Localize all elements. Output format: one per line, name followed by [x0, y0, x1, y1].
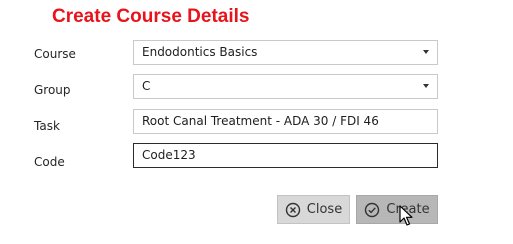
x-circle-icon	[285, 202, 300, 217]
course-value: Endodontics Basics	[142, 45, 258, 59]
code-label: Code	[34, 155, 65, 169]
close-button-label: Close	[306, 202, 343, 217]
chevron-down-icon	[423, 50, 429, 54]
check-circle-icon	[365, 202, 380, 217]
group-label: Group	[34, 83, 71, 97]
task-value: Root Canal Treatment - ADA 30 / FDI 46	[142, 114, 379, 128]
group-select[interactable]: C	[133, 74, 438, 99]
close-button[interactable]: Close	[277, 195, 350, 224]
task-input[interactable]: Root Canal Treatment - ADA 30 / FDI 46	[133, 109, 438, 134]
code-value: Code123	[142, 148, 196, 162]
course-select[interactable]: Endodontics Basics	[133, 40, 438, 65]
course-label: Course	[34, 47, 76, 61]
group-value: C	[142, 79, 151, 93]
mouse-pointer-icon	[399, 205, 413, 226]
page-title: Create Course Details	[52, 6, 250, 27]
chevron-down-icon	[423, 84, 429, 88]
create-button[interactable]: Create	[356, 195, 438, 224]
task-label: Task	[34, 119, 60, 133]
code-input[interactable]: Code123	[133, 143, 438, 168]
